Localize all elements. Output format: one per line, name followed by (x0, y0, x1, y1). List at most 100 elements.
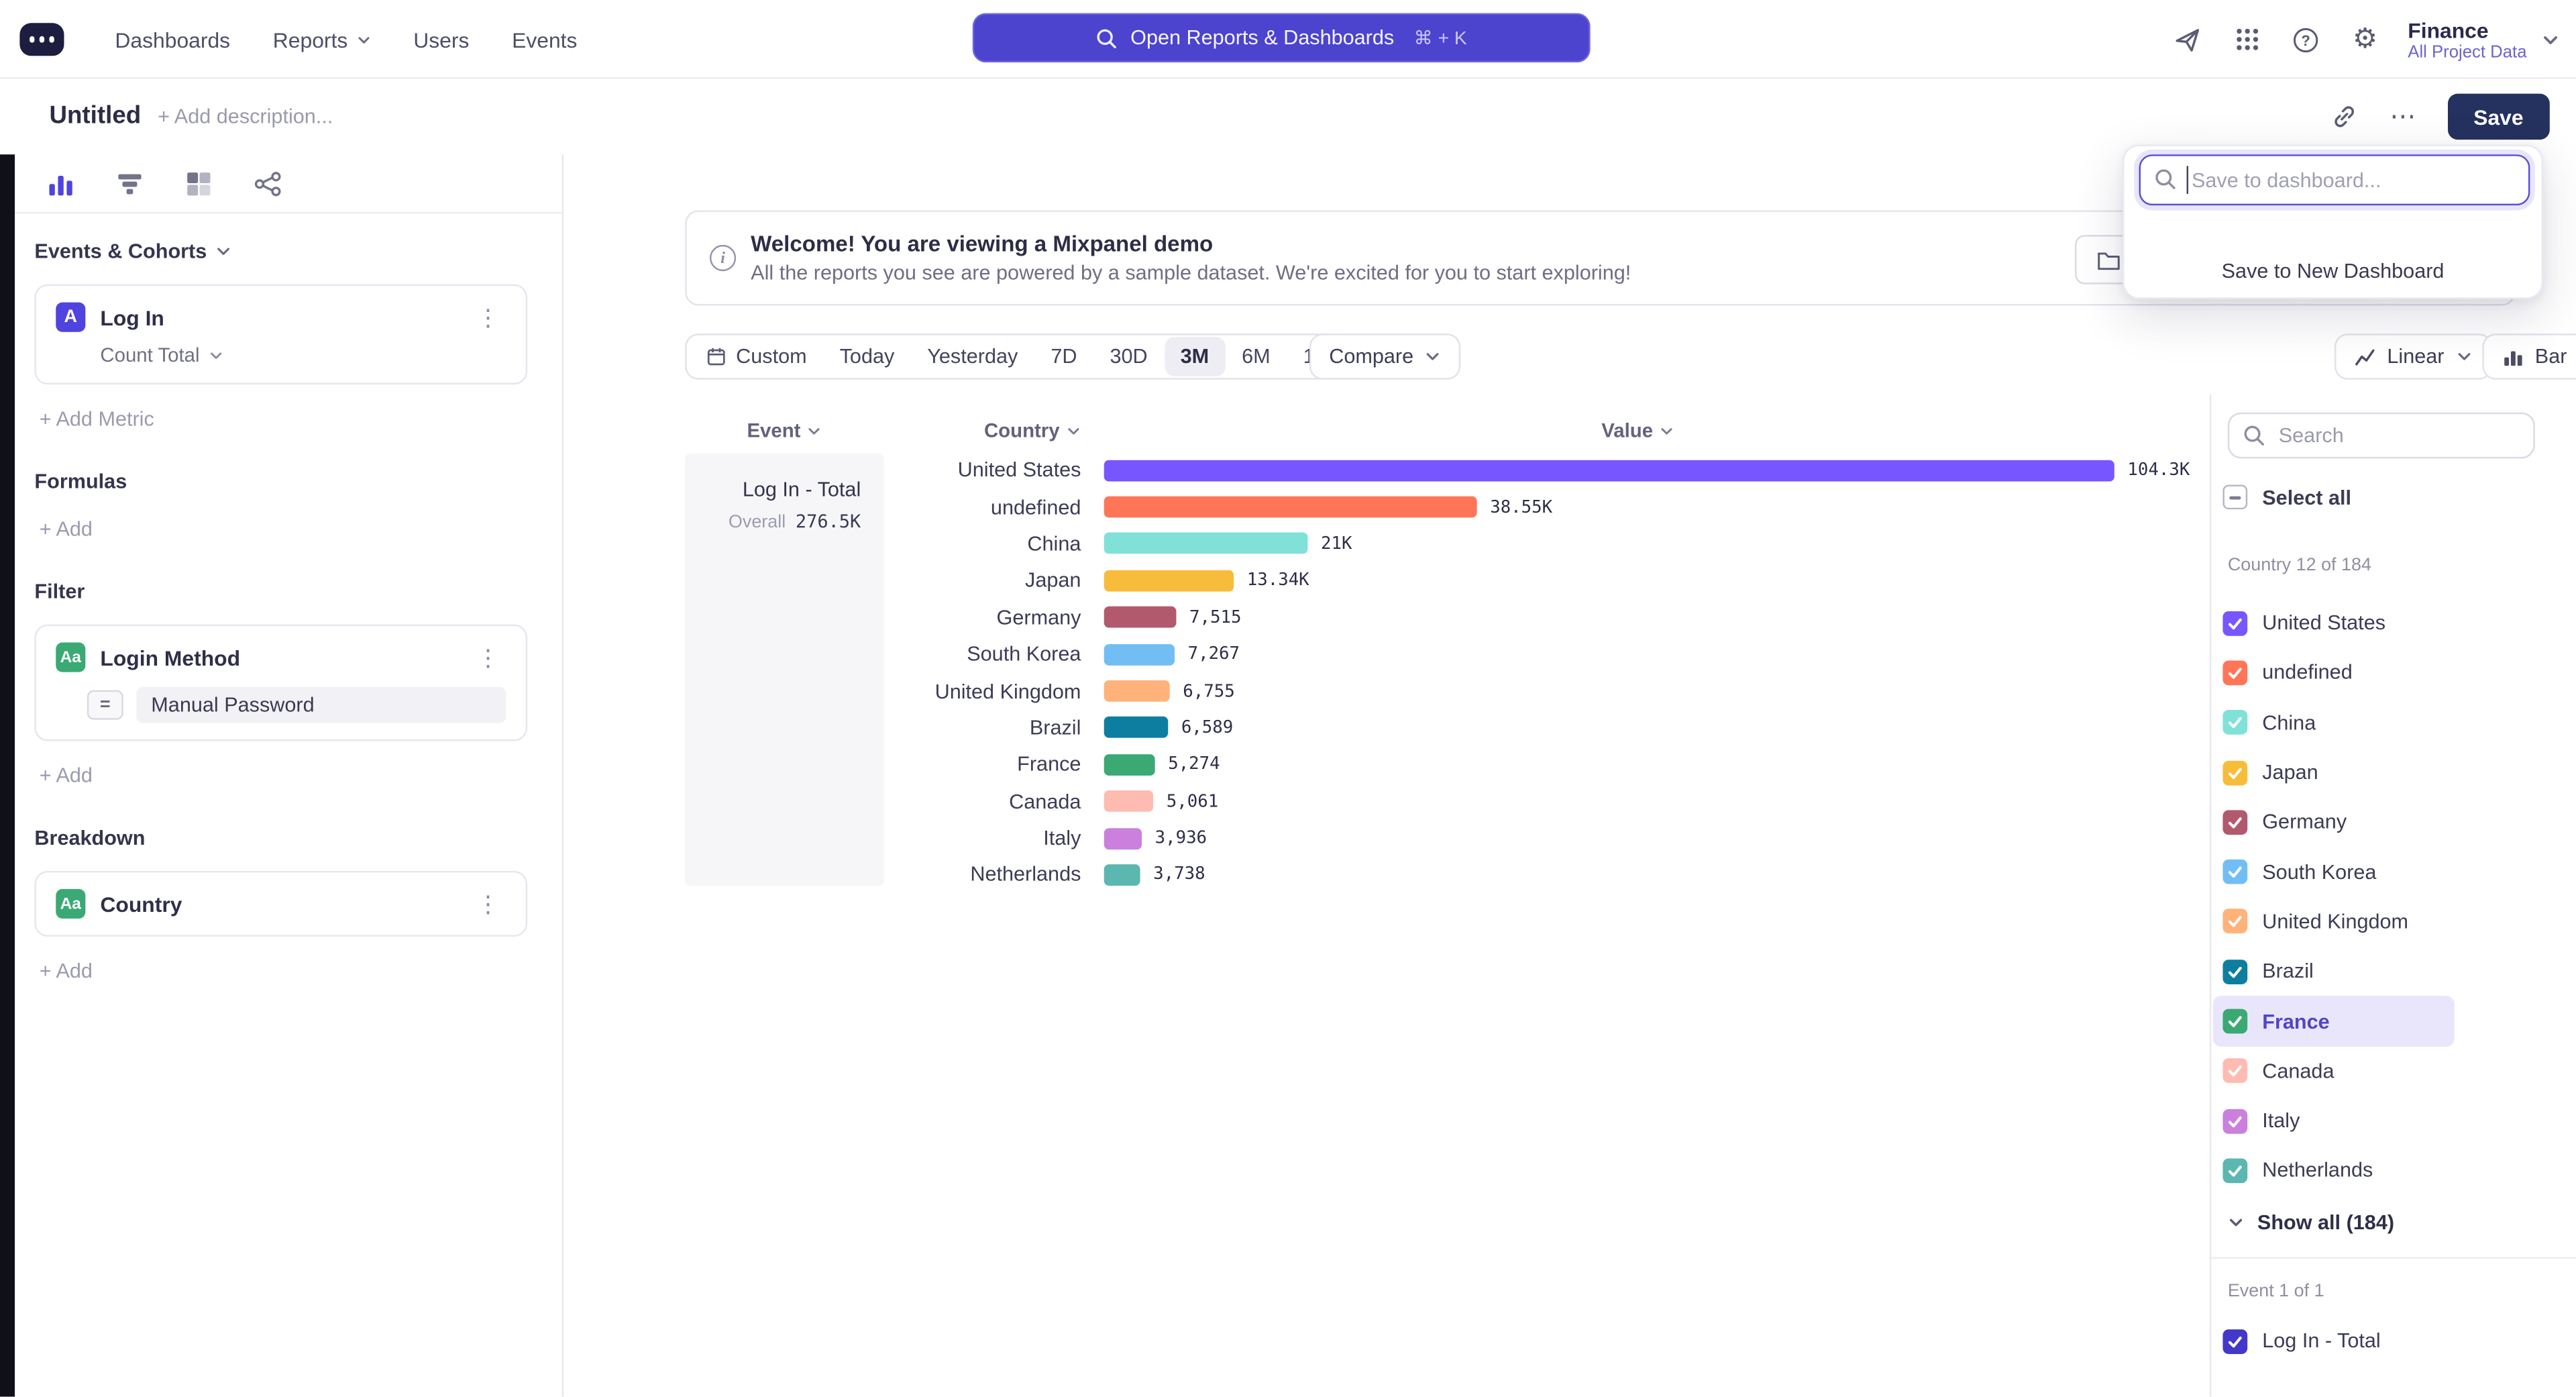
range-tab-custom[interactable]: Custom (690, 337, 824, 376)
range-tab-yesterday[interactable]: Yesterday (911, 337, 1034, 376)
column-header-country[interactable]: Country (892, 419, 1081, 442)
legend-country-row[interactable]: United States (2222, 598, 2566, 648)
scale-selector[interactable]: Linear (2334, 333, 2491, 380)
column-header-value[interactable]: Value (1104, 419, 2172, 442)
help-icon[interactable]: ? (2276, 0, 2335, 79)
send-icon[interactable] (2158, 0, 2217, 79)
funnels-tab-icon[interactable] (115, 168, 144, 198)
range-tab-30d[interactable]: 30D (1093, 337, 1164, 376)
legend-country-row[interactable]: China (2222, 698, 2566, 747)
add-filter-button[interactable]: + Add (40, 764, 527, 787)
show-all-button[interactable]: Show all (184) (2228, 1201, 2394, 1244)
flows-tab-icon[interactable] (253, 168, 282, 198)
country-checkbox[interactable] (2222, 660, 2247, 685)
filter-property-name[interactable]: Login Method (100, 645, 455, 670)
global-search-button[interactable]: Open Reports & Dashboards ⌘ + K (973, 13, 1591, 62)
bar-segment[interactable] (1104, 460, 2114, 481)
folder-icon (2096, 249, 2121, 270)
filter-card[interactable]: Aa Login Method ⋮ = Manual Password (34, 625, 527, 741)
metric-menu-icon[interactable]: ⋮ (470, 303, 506, 332)
country-checkbox[interactable] (2222, 810, 2247, 835)
add-breakdown-button[interactable]: + Add (40, 960, 527, 982)
breakdown-property-name[interactable]: Country (100, 892, 455, 917)
range-tab-7d[interactable]: 7D (1034, 337, 1093, 376)
event-checkbox[interactable] (2222, 1329, 2247, 1353)
country-checkbox[interactable] (2222, 909, 2247, 934)
share-link-icon[interactable] (2319, 94, 2368, 140)
legend-search-input[interactable] (2228, 413, 2535, 459)
settings-gear-icon[interactable]: ⚙ (2336, 0, 2395, 79)
save-to-dashboard-input[interactable] (2139, 154, 2530, 205)
bar-segment[interactable] (1104, 497, 1477, 518)
bar-segment[interactable] (1104, 717, 1169, 739)
legend-event-row[interactable]: Log In - Total (2222, 1316, 2566, 1366)
country-checkbox[interactable] (2222, 860, 2247, 884)
country-checkbox[interactable] (2222, 960, 2247, 984)
range-tab-today[interactable]: Today (823, 337, 911, 376)
legend-country-row[interactable]: South Korea (2222, 847, 2566, 896)
nav-item-dashboards[interactable]: Dashboards (94, 0, 252, 79)
info-icon: i (710, 245, 736, 271)
legend-country-row[interactable]: France (2213, 996, 2455, 1046)
country-checkbox[interactable] (2222, 760, 2247, 785)
add-description[interactable]: + Add description... (158, 105, 333, 128)
column-header-event[interactable]: Event (685, 419, 883, 442)
bar-segment[interactable] (1104, 533, 1308, 555)
report-title[interactable]: Untitled (49, 102, 141, 130)
country-label: Canada (2262, 1059, 2334, 1082)
legend-country-row[interactable]: Italy (2222, 1096, 2566, 1145)
project-switcher[interactable]: Finance All Project Data (2408, 17, 2559, 62)
metric-event-name[interactable]: Log In (100, 305, 455, 329)
nav-item-users[interactable]: Users (392, 0, 490, 79)
events-cohorts-section[interactable]: Events & Cohorts (34, 240, 527, 263)
bar-segment[interactable] (1104, 643, 1175, 665)
aggregation-selector[interactable]: Count Total (100, 344, 506, 366)
breakdown-menu-icon[interactable]: ⋮ (470, 889, 506, 919)
metric-card[interactable]: A Log In ⋮ Count Total (34, 284, 527, 384)
chart-type-selector[interactable]: Bar (2482, 333, 2576, 380)
range-tab-6m[interactable]: 6M (1226, 337, 1287, 376)
bar-segment[interactable] (1104, 607, 1177, 628)
select-all-checkbox[interactable] (2222, 484, 2247, 509)
filter-menu-icon[interactable]: ⋮ (470, 643, 506, 672)
apps-grid-icon[interactable] (2217, 0, 2276, 79)
legend-country-row[interactable]: United Kingdom (2222, 897, 2566, 947)
bar-segment[interactable] (1104, 790, 1153, 812)
bar-segment[interactable] (1104, 754, 1155, 776)
compare-button[interactable]: Compare (1309, 333, 1461, 380)
legend-country-row[interactable]: Brazil (2222, 947, 2566, 996)
country-checkbox[interactable] (2222, 1158, 2247, 1183)
bar-segment[interactable] (1104, 827, 1142, 849)
chart-type-label: Bar (2535, 345, 2567, 368)
legend-country-row[interactable]: Canada (2222, 1046, 2566, 1096)
save-button[interactable]: Save (2447, 94, 2550, 140)
legend-country-row[interactable]: Japan (2222, 747, 2566, 797)
bar-segment[interactable] (1104, 864, 1140, 886)
country-checkbox[interactable] (2222, 1059, 2247, 1084)
filter-value-field[interactable]: Manual Password (136, 687, 506, 723)
legend-country-row[interactable]: Netherlands (2222, 1146, 2566, 1196)
range-tab-3m[interactable]: 3M (1164, 337, 1226, 376)
compare-label: Compare (1329, 345, 1413, 368)
select-all-row[interactable]: Select all (2222, 484, 2351, 509)
mixpanel-logo[interactable] (19, 23, 64, 56)
country-checkbox[interactable] (2222, 1009, 2247, 1034)
breakdown-card[interactable]: Aa Country ⋮ (34, 871, 527, 937)
country-checkbox[interactable] (2222, 611, 2247, 635)
insights-tab-icon[interactable] (46, 168, 76, 198)
filter-operator[interactable]: = (87, 690, 123, 720)
country-checkbox[interactable] (2222, 711, 2247, 735)
legend-country-row[interactable]: undefined (2222, 648, 2566, 698)
save-to-new-dashboard-option[interactable]: Save to New Dashboard (2125, 248, 2542, 295)
more-options-icon[interactable]: ⋯ (2378, 94, 2427, 140)
legend-country-row[interactable]: Germany (2222, 797, 2566, 847)
country-checkbox[interactable] (2222, 1108, 2247, 1133)
add-formula-button[interactable]: + Add (40, 517, 527, 540)
event-series-cell[interactable]: Log In - Total Overall 276.5K (685, 454, 883, 886)
add-metric-button[interactable]: + Add Metric (40, 407, 527, 430)
bar-segment[interactable] (1104, 570, 1234, 591)
nav-item-reports[interactable]: Reports (252, 0, 392, 79)
bar-segment[interactable] (1104, 680, 1170, 702)
nav-item-events[interactable]: Events (490, 0, 598, 79)
retention-tab-icon[interactable] (184, 168, 213, 198)
